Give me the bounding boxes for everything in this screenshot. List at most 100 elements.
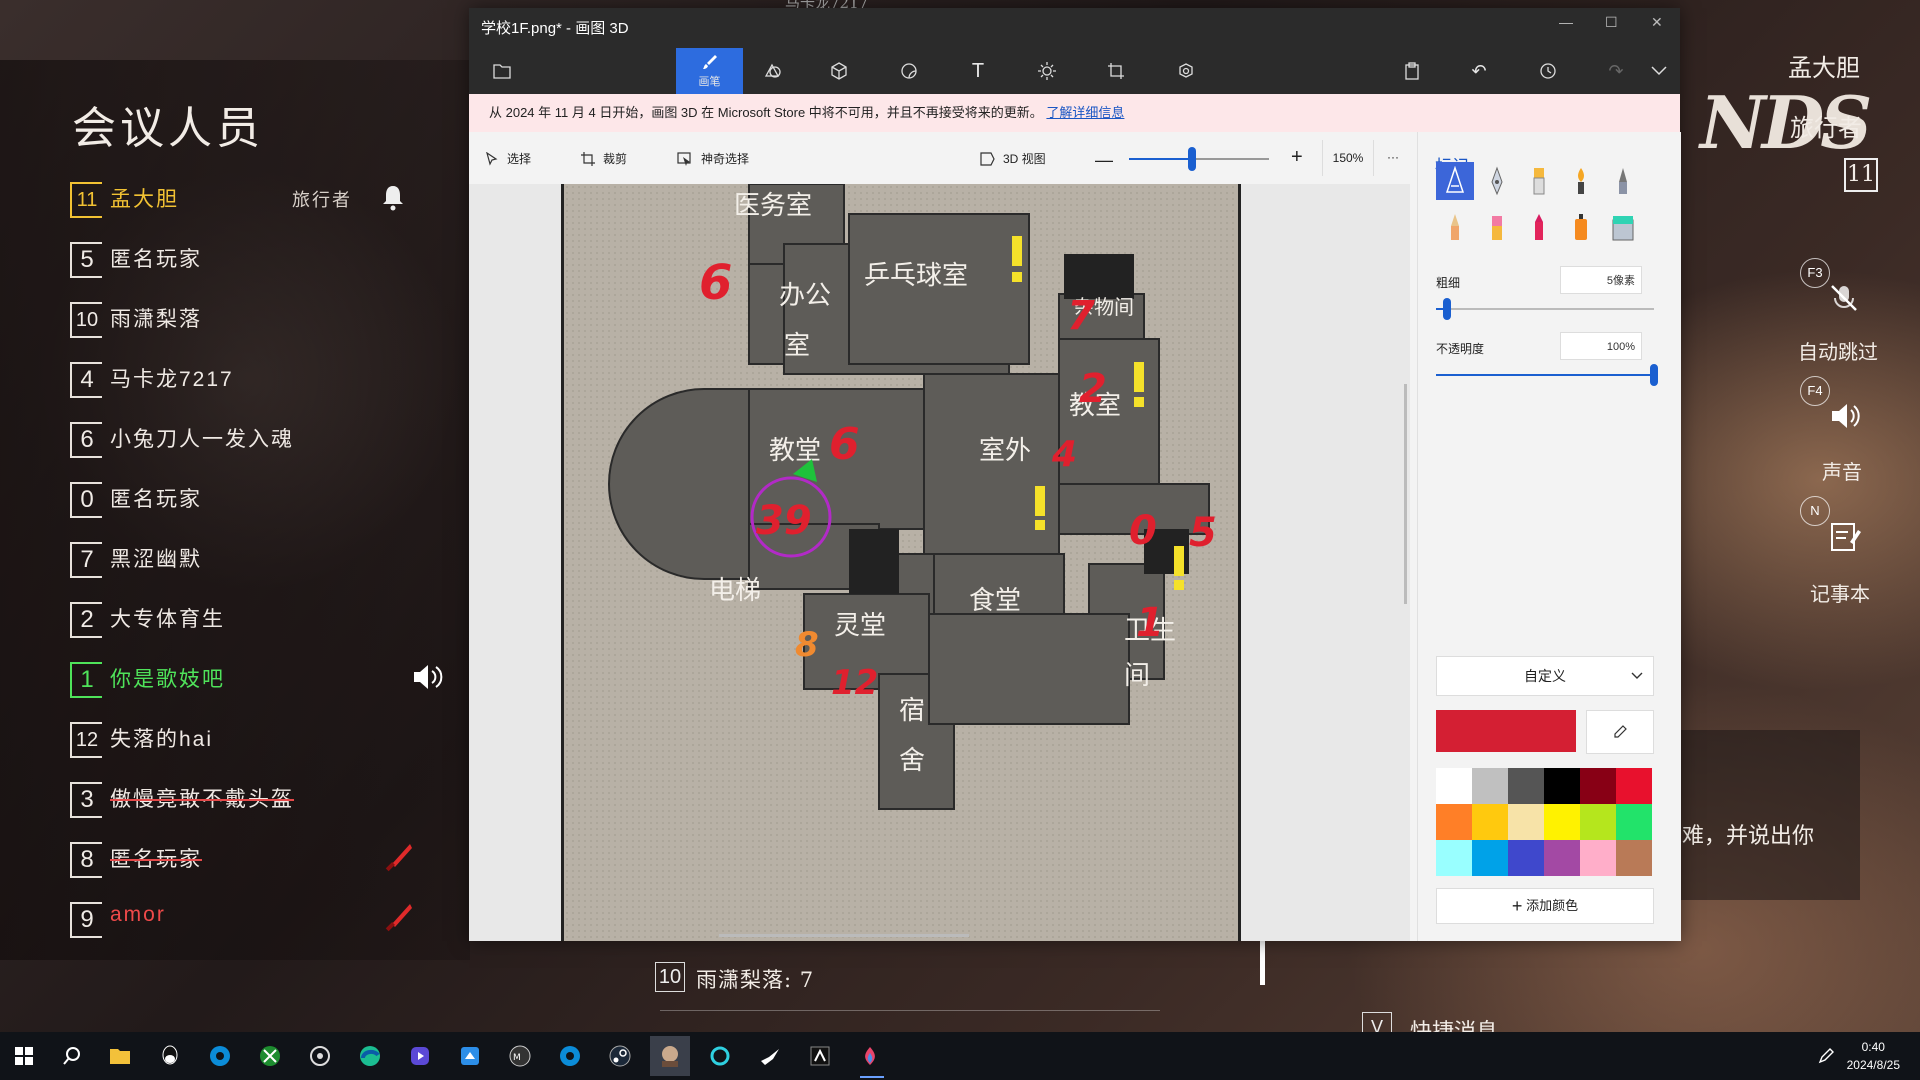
fill-bucket-icon[interactable]	[1604, 208, 1642, 246]
thickness-slider[interactable]	[1436, 298, 1654, 320]
effects-icon[interactable]	[1022, 48, 1072, 94]
sound-label[interactable]: 声音	[1822, 456, 1862, 485]
notepad-label[interactable]: 记事本	[1810, 578, 1870, 607]
watercolor-icon[interactable]	[1562, 162, 1600, 200]
edge-app-icon[interactable]	[204, 1040, 236, 1072]
speaker-icon[interactable]	[1826, 398, 1862, 434]
2d-shapes-icon[interactable]	[747, 48, 797, 94]
edge-alt-icon[interactable]	[554, 1040, 586, 1072]
current-color-swatch[interactable]	[1436, 710, 1576, 752]
auto-skip-label[interactable]: 自动跳过	[1798, 336, 1878, 365]
member-row[interactable]: 0 匿名玩家	[70, 480, 470, 518]
edge-browser-icon[interactable]	[354, 1040, 386, 1072]
3d-view-toggle[interactable]: 3D 视图	[979, 150, 1046, 167]
opacity-slider[interactable]	[1436, 364, 1658, 386]
calligraphy-pen-icon[interactable]	[1478, 162, 1516, 200]
steam-icon[interactable]	[604, 1040, 636, 1072]
3d-library-icon[interactable]	[1161, 48, 1211, 94]
opacity-value[interactable]: 100%	[1560, 332, 1642, 360]
member-row[interactable]: 6 小兔刀人一发入魂	[70, 420, 470, 458]
video-app-icon[interactable]	[404, 1040, 436, 1072]
pixel-pen-icon[interactable]	[1604, 162, 1642, 200]
add-color-button[interactable]: + 添加颜色	[1436, 888, 1654, 924]
stickers-icon[interactable]	[884, 48, 934, 94]
crop-tool[interactable]: 裁剪	[581, 150, 627, 167]
palette-swatch[interactable]	[1580, 804, 1616, 840]
member-row[interactable]: 11 孟大胆 旅行者	[70, 180, 470, 218]
file-explorer-icon[interactable]	[104, 1040, 136, 1072]
oil-brush-icon[interactable]	[1520, 162, 1558, 200]
member-row[interactable]: 4 马卡龙7217	[70, 360, 470, 398]
horizontal-scrollbar[interactable]	[719, 934, 969, 937]
paint3d-taskbar-icon[interactable]	[854, 1040, 886, 1072]
palette-swatch[interactable]	[1436, 840, 1472, 876]
text-icon[interactable]: T	[953, 48, 1003, 94]
palette-swatch[interactable]	[1436, 768, 1472, 804]
3d-shapes-icon[interactable]	[814, 48, 864, 94]
jet-app-icon[interactable]	[754, 1040, 786, 1072]
canvas-area[interactable]: 医务室 办公 室 乒乓球室 杂物间 教室 教堂 室外 食堂 电梯 灵堂 卫生 间…	[469, 184, 1410, 941]
bird-app-icon[interactable]	[454, 1040, 486, 1072]
canvas-icon[interactable]	[1091, 48, 1141, 94]
windows-start-icon[interactable]	[8, 1040, 40, 1072]
maximize-icon[interactable]: ☐	[1605, 14, 1618, 31]
history-icon[interactable]	[1523, 48, 1573, 94]
member-row[interactable]: 7 黑涩幽默	[70, 540, 470, 578]
brushes-tab[interactable]: 画笔	[676, 48, 743, 94]
notepad-icon[interactable]	[1826, 518, 1862, 554]
undo-icon[interactable]: ↶	[1454, 48, 1504, 94]
palette-swatch[interactable]	[1472, 840, 1508, 876]
member-row[interactable]: 8 匿名玩家	[70, 840, 470, 878]
qq-icon[interactable]	[154, 1040, 186, 1072]
mic-muted-icon[interactable]	[1826, 280, 1862, 316]
search-icon[interactable]	[56, 1040, 88, 1072]
palette-swatch[interactable]	[1508, 768, 1544, 804]
magic-select-tool[interactable]: 神奇选择	[677, 150, 749, 167]
zoom-out-button[interactable]: —	[1095, 150, 1113, 171]
member-row[interactable]: 5 匿名玩家	[70, 240, 470, 278]
palette-swatch[interactable]	[1544, 768, 1580, 804]
system-clock[interactable]: 0:40 2024/8/25	[1847, 1038, 1900, 1074]
xbox-icon[interactable]	[254, 1040, 286, 1072]
zoom-in-button[interactable]: +	[1291, 146, 1303, 169]
game-window-icon[interactable]	[650, 1036, 690, 1076]
palette-swatch[interactable]	[1472, 804, 1508, 840]
folder-icon[interactable]	[477, 48, 527, 94]
more-options-button[interactable]: ···	[1387, 150, 1399, 164]
palette-swatch[interactable]	[1436, 804, 1472, 840]
ink-app-icon[interactable]	[804, 1040, 836, 1072]
palette-swatch[interactable]	[1580, 768, 1616, 804]
palette-swatch[interactable]	[1544, 840, 1580, 876]
palette-swatch[interactable]	[1508, 840, 1544, 876]
color-mode-dropdown[interactable]: 自定义	[1436, 656, 1654, 696]
palette-swatch[interactable]	[1616, 768, 1652, 804]
thickness-slider-knob[interactable]	[1442, 298, 1451, 320]
palette-swatch[interactable]	[1544, 804, 1580, 840]
member-row[interactable]: 2 大专体育生	[70, 600, 470, 638]
game-launcher-icon[interactable]	[304, 1040, 336, 1072]
learn-more-link[interactable]: 了解详细信息	[1046, 105, 1124, 120]
school-map-image[interactable]: 医务室 办公 室 乒乓球室 杂物间 教室 教堂 室外 食堂 电梯 灵堂 卫生 间…	[469, 184, 1410, 941]
pen-icon[interactable]	[1810, 1040, 1842, 1072]
title-bar[interactable]: 学校1F.png* - 画图 3D — ☐ ✕	[469, 8, 1680, 48]
chevron-down-icon[interactable]	[1634, 48, 1684, 94]
eraser-icon[interactable]	[1478, 208, 1516, 246]
select-tool[interactable]: 选择	[485, 150, 531, 167]
member-row[interactable]: 3 傲慢竟敢不戴头盔	[70, 780, 470, 818]
palette-swatch[interactable]	[1508, 804, 1544, 840]
zoom-slider-knob[interactable]	[1188, 147, 1196, 171]
ring-app-icon[interactable]	[704, 1040, 736, 1072]
zoom-slider[interactable]	[1129, 147, 1269, 171]
vertical-scrollbar[interactable]	[1404, 384, 1407, 604]
paste-icon[interactable]	[1387, 48, 1437, 94]
eyedropper-icon[interactable]	[1586, 710, 1654, 754]
member-row[interactable]: 10 雨潇梨落	[70, 300, 470, 338]
minimize-icon[interactable]: —	[1559, 14, 1573, 30]
netease-app-icon[interactable]: M	[504, 1040, 536, 1072]
palette-swatch[interactable]	[1616, 804, 1652, 840]
member-row[interactable]: 9 amor	[70, 900, 470, 938]
zoom-level[interactable]: 150%	[1322, 140, 1374, 176]
member-row[interactable]: 12 失落的hai	[70, 720, 470, 758]
palette-swatch[interactable]	[1472, 768, 1508, 804]
thickness-value[interactable]: 5像素	[1560, 266, 1642, 294]
